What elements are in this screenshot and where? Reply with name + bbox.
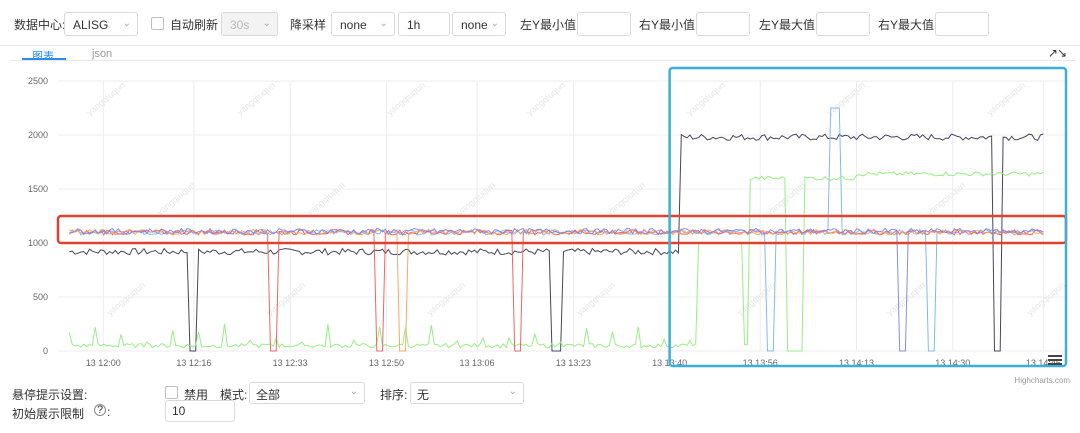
disable-tooltip-checkbox[interactable] [165, 386, 178, 399]
datacenter-label: 数据中心: [14, 18, 66, 32]
chart-panel: 图表 json ↗↘ yangqiuqun yangqiuqun yangqiuqu… [10, 46, 1076, 390]
tooltip-settings: 悬停提示设置: 禁用 模式: 全部 ⌄ 排序: 无 ⌄ 初始展示限制 ? : 1… [0, 380, 1080, 433]
y-tick-label: 2500 [28, 76, 48, 86]
watermark-text: yangqiuqun [1025, 280, 1067, 318]
watermark-text: yangqiuqun [385, 80, 427, 118]
x-tick-label: 13 12:16 [176, 358, 211, 368]
colon-separator: : [107, 405, 111, 419]
chevron-down-icon: ⌄ [379, 18, 388, 29]
chevron-down-icon: ⌄ [349, 386, 358, 397]
watermark-text: yangqiuqun [925, 180, 967, 218]
x-tick-label: 13 12:00 [86, 358, 121, 368]
downsample-window-value: 1h [407, 18, 421, 32]
datacenter-select[interactable]: ALISG ⌄ [64, 12, 138, 36]
watermark-text: yangqiuqun [605, 180, 647, 218]
watermark-text: yangqiuqun [575, 280, 617, 318]
series-line-1 [69, 107, 1044, 352]
sort-select[interactable]: 无 ⌄ [410, 382, 524, 404]
series-line-5 [69, 227, 1044, 352]
x-tick-label: 13 13:23 [556, 358, 591, 368]
menu-icon [1048, 363, 1062, 365]
line-chart: yangqiuqun yangqiuqun yangqiuqun yangqiuqun… [28, 66, 1070, 385]
mode-select[interactable]: 全部 ⌄ [249, 382, 365, 404]
watermark-text: yangqiuqun [765, 180, 807, 218]
initial-limit-value: 10 [172, 404, 186, 418]
watermark-text: yangqiuqun [455, 180, 497, 218]
auto-refresh-label: 自动刷新 [170, 18, 219, 32]
auto-refresh-checkbox[interactable] [151, 17, 164, 30]
sort-value: 无 [417, 388, 430, 402]
watermark-text: yangqiuqun [105, 280, 147, 318]
sort-label: 排序: [380, 388, 408, 402]
left-y-max-label: 左Y最大值: [759, 18, 819, 32]
watermark-text: yangqiuqun [85, 80, 127, 118]
y-tick-label: 500 [33, 292, 48, 302]
right-y-min-input[interactable] [696, 12, 750, 36]
y-tick-label: 1000 [28, 238, 48, 248]
left-y-min-input[interactable] [577, 12, 631, 36]
initial-limit-input[interactable]: 10 [165, 400, 235, 422]
hover-settings-label: 悬停提示设置: [12, 388, 88, 402]
watermark-text: yangqiuqun [235, 80, 277, 118]
downsample-label: 降采样 [290, 18, 327, 32]
right-y-max-input[interactable] [935, 12, 989, 36]
downsample-method-value: none [340, 18, 367, 32]
initial-limit-label: 初始展示限制 [12, 407, 85, 421]
left-y-max-input[interactable] [816, 12, 870, 36]
right-y-max-label: 右Y最大值: [878, 18, 938, 32]
refresh-interval-value: 30s [230, 18, 250, 32]
x-tick-label: 13 12:50 [369, 358, 404, 368]
chevron-down-icon: ⌄ [508, 386, 517, 397]
left-y-min-label: 左Y最小值: [520, 18, 580, 32]
y-tick-label: 2000 [28, 130, 48, 140]
x-tick-label: 13 13:06 [460, 358, 495, 368]
downsample-fill-value: none [461, 18, 488, 32]
downsample-fill-select[interactable]: none ⌄ [452, 12, 506, 36]
watermark-text: yangqiuqun [685, 80, 727, 118]
help-icon[interactable]: ? [94, 404, 106, 416]
right-y-min-label: 右Y最小值: [639, 18, 699, 32]
datacenter-value: ALISG [73, 18, 109, 32]
watermark-text: yangqiuqun [305, 180, 347, 218]
watermark-text: yangqiuqun [425, 280, 467, 318]
downsample-window-input[interactable]: 1h [398, 12, 450, 36]
menu-icon [1048, 359, 1062, 361]
refresh-interval-select: 30s ⌄ [221, 12, 278, 36]
watermark-text: yangqiuqun [825, 80, 867, 118]
watermark-text: yangqiuqun [985, 80, 1027, 118]
x-tick-label: 13 12:33 [273, 358, 308, 368]
mode-value: 全部 [256, 388, 281, 402]
y-tick-label: 0 [43, 346, 48, 356]
query-toolbar: 数据中心: ALISG ⌄ 自动刷新 30s ⌄ 降采样 none ⌄ 1h n… [0, 0, 1080, 46]
watermark-text: yangqiuqun [265, 280, 307, 318]
watermark-text: yangqiuqun [525, 80, 567, 118]
chevron-down-icon: ⌄ [122, 18, 131, 29]
watermark-text: yangqiuqun [735, 280, 777, 318]
y-tick-label: 1500 [28, 184, 48, 194]
menu-icon [1048, 355, 1062, 357]
chevron-down-icon: ⌄ [262, 18, 271, 29]
chevron-down-icon: ⌄ [490, 18, 499, 29]
downsample-method-select[interactable]: none ⌄ [331, 12, 395, 36]
watermark-text: yangqiuqun [155, 180, 197, 218]
